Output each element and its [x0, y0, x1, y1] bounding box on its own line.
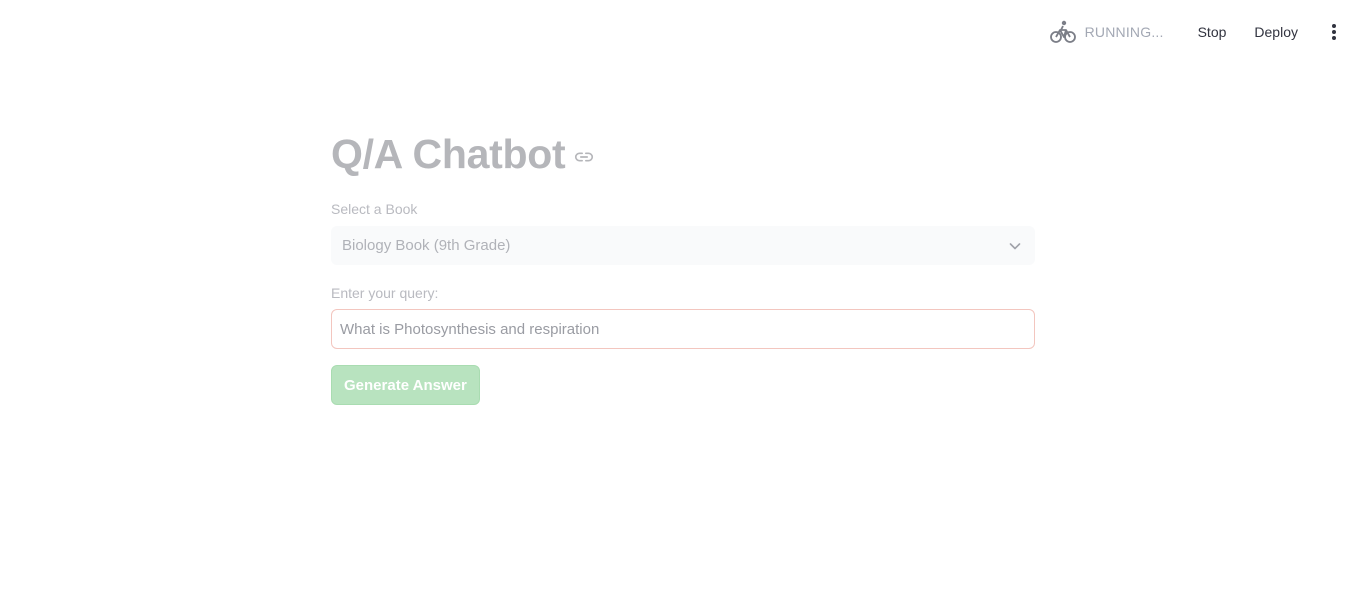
top-toolbar: RUNNING... Stop Deploy — [1049, 0, 1366, 64]
link-icon[interactable] — [573, 146, 595, 168]
query-label: Enter your query: — [331, 285, 439, 301]
app-page: RUNNING... Stop Deploy Q/A Chatbot Selec… — [0, 0, 1366, 598]
vertical-ellipsis-icon — [1332, 24, 1336, 40]
chevron-down-icon — [1009, 242, 1021, 249]
stop-button[interactable]: Stop — [1190, 18, 1235, 46]
status-text: RUNNING... — [1084, 24, 1164, 40]
title-row: Q/A Chatbot — [331, 128, 595, 180]
book-select-label: Select a Book — [331, 201, 418, 217]
page-title: Q/A Chatbot — [331, 131, 566, 177]
running-status: RUNNING... — [1049, 18, 1164, 46]
bicycle-icon — [1049, 20, 1076, 43]
book-select[interactable]: Biology Book (9th Grade) — [331, 226, 1035, 265]
deploy-button[interactable]: Deploy — [1246, 18, 1306, 46]
query-input[interactable] — [331, 309, 1035, 349]
main-menu-button[interactable] — [1322, 16, 1346, 48]
book-select-value: Biology Book (9th Grade) — [342, 237, 511, 254]
generate-answer-button[interactable]: Generate Answer — [331, 365, 480, 405]
